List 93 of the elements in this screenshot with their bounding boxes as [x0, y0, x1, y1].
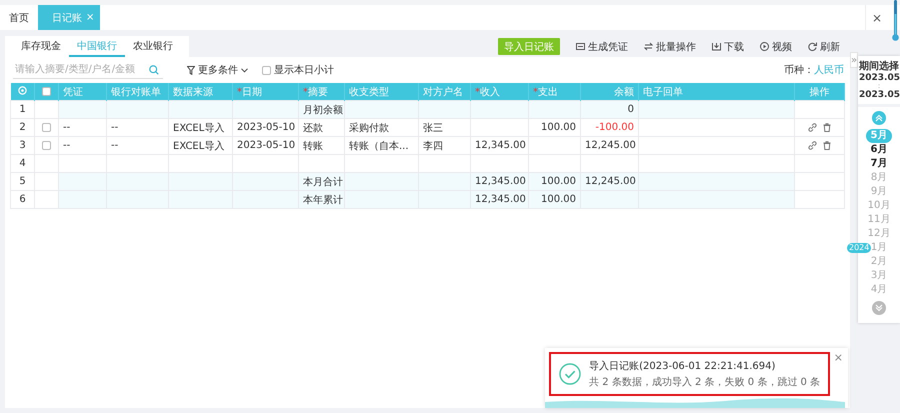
more-conditions-button[interactable]: 更多条件 — [187, 63, 248, 77]
checkbox[interactable] — [42, 140, 51, 150]
checkbox-label: 显示本日小计 — [274, 64, 334, 77]
download-icon — [712, 42, 721, 51]
account-tab[interactable]: 农业银行 — [125, 36, 181, 57]
column-header: 数据来源 — [168, 83, 232, 100]
column-header: 电子回单 — [638, 83, 794, 100]
toolbar-button[interactable]: 刷新 — [802, 38, 846, 55]
column-header: 收支类型 — [344, 83, 418, 100]
table-cell: -- — [106, 136, 168, 154]
table-cell: -100.00 — [580, 118, 638, 136]
row-number: 3 — [10, 136, 34, 154]
year-badge: 2024 — [847, 243, 872, 253]
month-item[interactable]: 6月 — [866, 143, 892, 157]
table-cell: -- — [58, 136, 106, 154]
checkbox[interactable] — [42, 86, 51, 96]
table-cell: -- — [58, 118, 106, 136]
expand-button[interactable]: » — [850, 52, 858, 68]
table-cell: 本月合计 — [298, 172, 344, 190]
filter-icon — [187, 66, 195, 74]
table-cell: 2023-05-10 — [232, 136, 298, 154]
chevron-icon — [241, 68, 248, 72]
link-icon[interactable] — [808, 140, 817, 150]
row-number: 2 — [10, 118, 34, 136]
column-header: 对方户名 — [418, 83, 470, 100]
column-header: *收入 — [470, 83, 528, 100]
toolbar-button[interactable]: 生成凭证 — [570, 38, 634, 55]
trash-icon[interactable] — [823, 140, 831, 150]
period-start: 2023.05 — [859, 73, 899, 83]
table-cell: 还款 — [298, 118, 344, 136]
refresh-icon — [808, 42, 817, 51]
table-cell: 转账 — [298, 136, 344, 154]
account-tab[interactable]: 库存现金 — [13, 36, 69, 57]
toast-title: 导入日记账(2023-06-01 22:21:41.694) — [589, 360, 776, 373]
link-icon[interactable] — [808, 122, 817, 132]
table-cell: EXCEL导入 — [168, 136, 232, 154]
column-header: *支出 — [528, 83, 580, 100]
panel-title: 期间选择 — [859, 60, 899, 73]
table-cell: 本年累计 — [298, 190, 344, 208]
table-cell: 转账（自本... — [344, 136, 418, 154]
swap-icon — [644, 42, 653, 51]
trash-icon[interactable] — [823, 122, 831, 132]
currency-link[interactable]: 人民币 — [814, 63, 844, 77]
table-cell: 李四 — [418, 136, 470, 154]
table-cell: -- — [106, 118, 168, 136]
table-cell: 100.00 — [528, 172, 580, 190]
tab-close-button[interactable]: × — [86, 12, 94, 23]
toolbar-button[interactable]: 批量操作 — [638, 38, 702, 55]
table-cell: 12,245.00 — [580, 136, 638, 154]
search-icon[interactable] — [149, 64, 159, 74]
page-tab[interactable]: 日记账 × — [38, 5, 100, 30]
vertical-slider-icon[interactable] — [892, 0, 899, 42]
month-item[interactable]: 7月 — [866, 157, 892, 171]
scroll-down-icon[interactable] — [872, 301, 886, 315]
column-header: 银行对账单 — [106, 83, 168, 100]
table-cell: 张三 — [418, 118, 470, 136]
import-button[interactable]: 导入日记账 — [498, 38, 560, 55]
table-cell: 100.00 — [528, 118, 580, 136]
table-cell: 12,345.00 — [470, 136, 528, 154]
column-header: 余额 — [580, 83, 638, 100]
toast-message: 共 2 条数据，成功导入 2 条，失败 0 条，跳过 0 条 — [589, 376, 820, 389]
scroll-up-icon[interactable] — [872, 111, 886, 125]
close-button[interactable]: × — [864, 5, 888, 30]
row-number: 1 — [10, 100, 34, 118]
table-cell: 12,345.00 — [470, 190, 528, 208]
play-icon — [760, 42, 769, 51]
table-cell: 月初余额 — [298, 100, 344, 118]
column-header: 凭证 — [58, 83, 106, 100]
settings-icon[interactable] — [18, 86, 27, 94]
table-cell: 0 — [580, 100, 638, 118]
check-circle-icon — [559, 363, 582, 385]
table-cell: 100.00 — [528, 190, 580, 208]
table-cell: 12,345.00 — [470, 172, 528, 190]
checkbox[interactable] — [262, 66, 271, 74]
column-header: *日期 — [232, 83, 298, 100]
page-tab[interactable]: 首页 — [0, 5, 38, 30]
toolbar-button[interactable]: 视频 — [754, 38, 798, 55]
toolbar-button[interactable]: 下载 — [706, 38, 750, 55]
period-end: 2023.05 — [859, 90, 899, 100]
document-icon — [576, 42, 585, 51]
row-number: 6 — [10, 190, 34, 208]
table-cell: 采购付款 — [344, 118, 418, 136]
column-header: 操作 — [794, 83, 844, 100]
currency-label: 币种： — [784, 64, 814, 77]
table-cell: EXCEL导入 — [168, 118, 232, 136]
column-header: *摘要 — [298, 83, 344, 100]
row-number: 5 — [10, 172, 34, 190]
month-item[interactable]: 5月 — [866, 129, 892, 143]
checkbox[interactable] — [42, 122, 51, 132]
table-cell: 2023-05-10 — [232, 118, 298, 136]
table-cell: 12,245.00 — [580, 172, 638, 190]
row-number: 4 — [10, 154, 34, 172]
close-button[interactable]: × — [834, 351, 843, 364]
